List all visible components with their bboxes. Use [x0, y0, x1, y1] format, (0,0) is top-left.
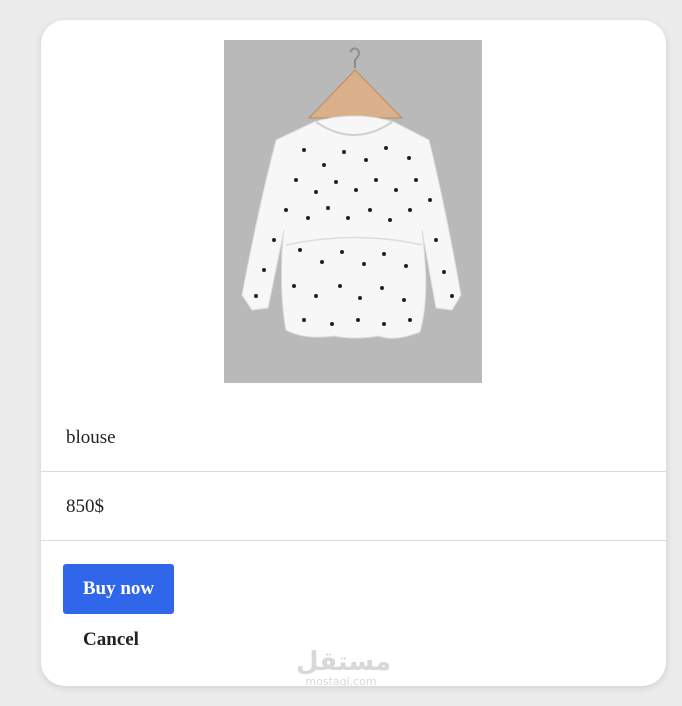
product-price: 850$	[66, 496, 104, 517]
product-image	[224, 40, 482, 383]
blouse-photo-icon	[224, 40, 482, 383]
watermark-url: mostaql.com	[305, 675, 377, 687]
divider	[41, 540, 666, 541]
divider	[41, 471, 666, 472]
product-card: blouse 850$ Buy now Cancel مستقل mostaql…	[41, 20, 666, 686]
product-name: blouse	[66, 427, 116, 448]
buy-now-button[interactable]: Buy now	[63, 564, 174, 614]
watermark-logo: مستقل mostaql.com	[296, 647, 392, 687]
watermark-text: مستقل	[296, 647, 392, 677]
cancel-button[interactable]: Cancel	[69, 624, 153, 656]
